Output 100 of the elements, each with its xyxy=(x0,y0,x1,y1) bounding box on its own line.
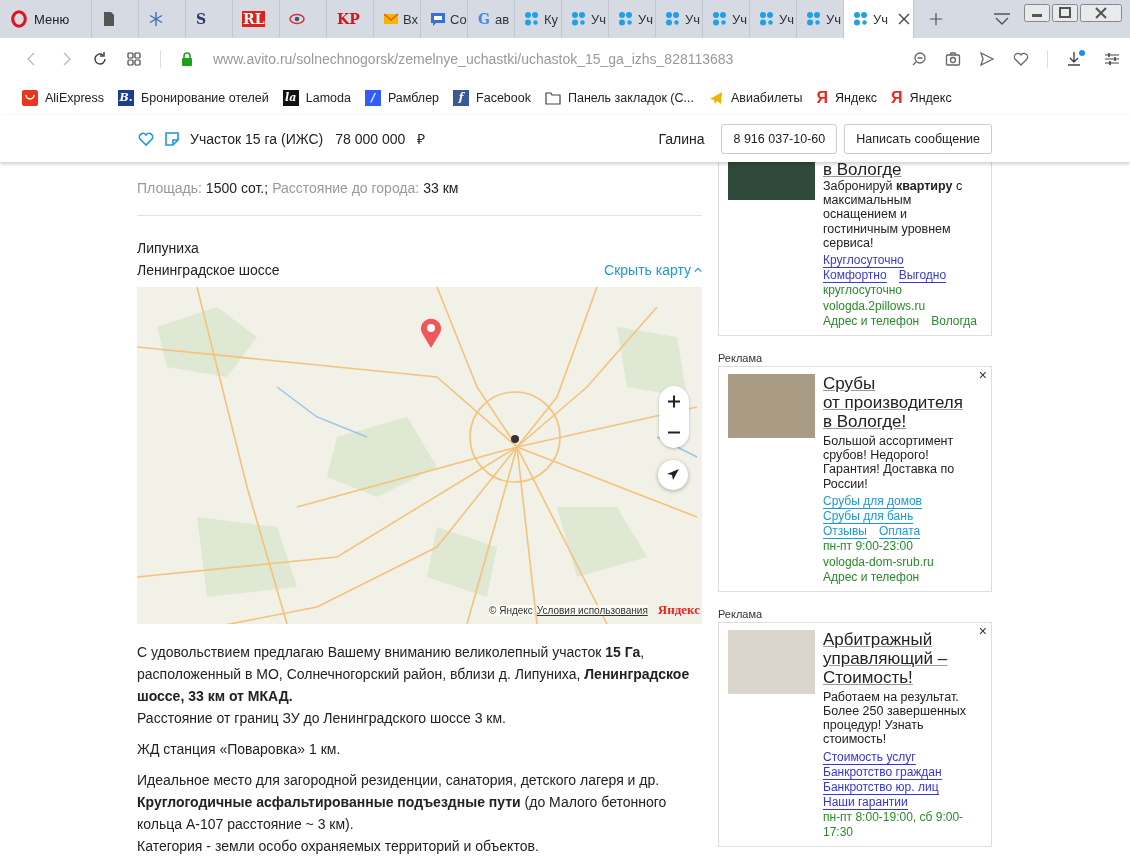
bookmark[interactable]: B. Бронирование отелей xyxy=(118,89,269,106)
opera-logo-icon xyxy=(10,10,28,28)
bookmark[interactable]: / Рамблер xyxy=(364,89,440,106)
ad-link[interactable]: Наши гарантии xyxy=(823,794,908,810)
bookmark[interactable]: AliExpress xyxy=(22,89,105,106)
site-logo: f xyxy=(453,89,470,106)
browser-tab[interactable]: Уч xyxy=(750,0,797,38)
browser-tab[interactable]: Со xyxy=(421,0,468,38)
note-icon[interactable] xyxy=(164,130,180,147)
close-ad-button[interactable]: × xyxy=(978,622,987,639)
close-window-icon[interactable] xyxy=(1080,4,1122,22)
site-logo: RL xyxy=(242,11,266,27)
ad-link[interactable]: Круглосуточно xyxy=(823,253,904,268)
ad-contact-link[interactable]: Адрес и телефон xyxy=(823,314,920,329)
bookmark[interactable]: Панель закладок (С... xyxy=(544,89,694,106)
browser-tab[interactable]: Вх xyxy=(374,0,421,38)
map-provider-logo: Яндекс xyxy=(657,602,700,618)
ad-text: Работаем на результат. Более 250 завершенных процедур! Узнать стоимость! xyxy=(823,689,967,747)
ad-label: Реклама xyxy=(718,352,764,364)
download-icon[interactable] xyxy=(1066,50,1086,68)
listing-title: Участок 15 га (ИЖС) xyxy=(190,130,324,147)
browser-tab[interactable]: KP xyxy=(327,0,374,38)
param-value: 33 км xyxy=(423,180,459,196)
listing-price: 78 000 000 xyxy=(335,130,406,147)
eye-icon xyxy=(289,11,305,27)
site-logo: KP xyxy=(336,11,361,27)
envelope-icon xyxy=(383,11,399,27)
bookmark[interactable]: Авиабилеты xyxy=(707,89,803,106)
description-paragraph: С удовольствием предлагаю Вашему вниманию великолепный участок 15 Га, расположенный в МО, Солнечногорский район, вблизи д. Липуниха, Ленинградское шоссе, 33 км от МКАД. xyxy=(137,643,691,706)
map-copyright: © Яндекс xyxy=(489,604,533,616)
browser-tab[interactable]: Уч xyxy=(844,0,914,38)
ad-domain[interactable]: vologda-dom-srub.ru xyxy=(823,554,983,570)
browser-tab[interactable]: Ку xyxy=(515,0,562,38)
grid-icon[interactable] xyxy=(126,51,142,67)
ad-link[interactable]: Банкротство юр. лиц xyxy=(823,779,939,795)
param-label: Площадь: xyxy=(137,180,202,196)
ad-title[interactable]: в Вологде xyxy=(823,162,983,178)
ad-link[interactable]: Стоимость услуг xyxy=(823,749,916,765)
seller-name: Галина xyxy=(658,130,705,147)
map-pin-icon xyxy=(420,318,442,348)
message-button[interactable]: Написать сообщение xyxy=(844,123,992,154)
param-value: 1500 сот.; xyxy=(205,180,269,196)
ad-domain[interactable]: vologda.2pillows.ru xyxy=(823,299,983,314)
terms-link[interactable]: Условия использования xyxy=(536,604,648,616)
tab-menu-icon[interactable] xyxy=(992,12,1012,26)
bookmark[interactable]: Я Яндекс xyxy=(891,89,952,106)
bookmark[interactable]: f Facebook xyxy=(453,89,531,106)
close-ad-button[interactable]: × xyxy=(978,367,987,383)
maximize-icon[interactable] xyxy=(1052,4,1078,22)
document-icon xyxy=(101,11,117,27)
close-icon[interactable] xyxy=(898,13,911,25)
description-paragraph: ЖД станция «Поваровка» 1 км. xyxy=(137,740,342,759)
camera-icon[interactable] xyxy=(945,51,961,67)
heart-icon[interactable] xyxy=(138,130,154,147)
zoom-out-icon[interactable] xyxy=(911,51,927,67)
site-logo: la xyxy=(282,89,299,106)
heart-icon[interactable] xyxy=(1013,51,1029,67)
reload-icon[interactable] xyxy=(92,51,108,67)
snowflake-icon xyxy=(148,11,164,27)
ad-link[interactable]: Комфортно xyxy=(823,268,887,283)
paw-dots-icon xyxy=(853,11,869,27)
phone-button[interactable]: 8 916 037-10-60 xyxy=(721,123,838,154)
bookmark[interactable]: Я Яндекс xyxy=(816,89,878,106)
browser-tab[interactable]: RL xyxy=(233,0,280,38)
site-logo: S xyxy=(195,11,208,27)
currency-sign: ₽ xyxy=(417,130,426,148)
browser-tab[interactable]: S xyxy=(186,0,233,38)
folder-icon xyxy=(544,89,561,106)
ad-link[interactable]: Банкротство граждан xyxy=(823,764,942,780)
browser-tab[interactable]: Уч xyxy=(562,0,609,38)
paw-dots-icon xyxy=(524,11,540,27)
chevron-up-icon xyxy=(694,267,702,273)
browser-tab[interactable]: Уч xyxy=(609,0,656,38)
browser-tab[interactable]: Уч xyxy=(656,0,703,38)
paw-dots-icon xyxy=(759,11,775,27)
browser-tab[interactable]: Уч xyxy=(703,0,750,38)
site-logo: Я xyxy=(816,89,829,106)
settings-sliders-icon[interactable] xyxy=(1104,51,1120,67)
paw-dots-icon xyxy=(712,11,728,27)
description-paragraph: Категория - земли особо охраняемых территорий и объектов. xyxy=(137,837,540,856)
ad-contact-link[interactable]: Вологда xyxy=(931,314,977,329)
paw-dots-icon xyxy=(618,11,634,27)
description-paragraph: Круглогодичные асфальтированные подъездные пути (до Малого бетонного кольца А-107 расстояние ~ 3 км). xyxy=(137,793,668,834)
paw-dots-icon xyxy=(571,11,587,27)
param-label: Расстояние до города: xyxy=(272,180,420,196)
menu-button[interactable]: Меню xyxy=(0,0,92,38)
bookmark[interactable]: la Lamoda xyxy=(282,89,351,106)
paw-dots-icon xyxy=(806,11,822,27)
browser-tab[interactable]: G ав xyxy=(468,0,515,38)
site-logo: / xyxy=(364,89,381,106)
ad-hours: пн-пт 8:00-19:00, сб 9:00-17:30 xyxy=(823,809,965,840)
site-logo: B. xyxy=(118,89,135,106)
ad-link[interactable]: Выгодно xyxy=(898,268,947,283)
ad-text: Забронируй квартиру с максимальным оснащением и гостиничным уровнем сервиса! xyxy=(823,179,964,250)
ad-text: Большой ассортимент срубов! Недорого! Гарантия! Доставка по России! xyxy=(823,434,956,491)
send-icon[interactable] xyxy=(979,51,995,67)
chat-bubble-icon xyxy=(430,11,446,27)
minimize-icon[interactable] xyxy=(1024,4,1050,22)
site-logo: G xyxy=(477,11,491,27)
ad-contact-link[interactable]: Адрес и телефон xyxy=(823,569,920,585)
